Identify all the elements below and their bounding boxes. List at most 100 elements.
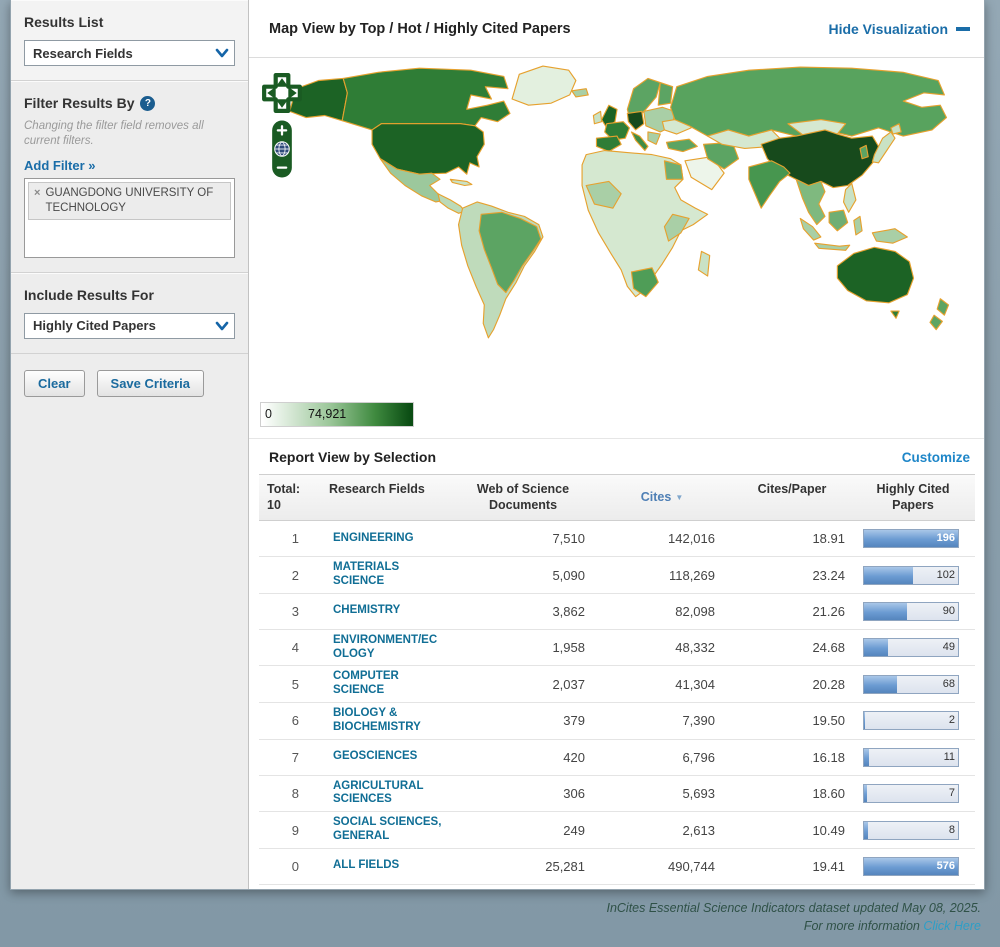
country-new-zealand-south — [930, 315, 942, 329]
row-documents: 25,281 — [449, 855, 597, 878]
row-bar-value: 7 — [949, 787, 955, 799]
row-field-link[interactable]: AGRICULTURAL SCIENCES — [313, 780, 445, 808]
sort-desc-icon: ▼ — [675, 493, 683, 503]
country-madagascar — [698, 251, 709, 276]
row-field-link[interactable]: ENGINEERING — [313, 532, 445, 546]
customize-link[interactable]: Customize — [902, 450, 970, 465]
page-footer: InCites Essential Science Indicators dat… — [10, 899, 981, 935]
country-egypt — [664, 161, 683, 180]
table-row: 8 AGRICULTURAL SCIENCES 306 5,693 18.60 … — [259, 776, 975, 813]
row-rank: 0 — [259, 855, 309, 878]
row-cites-per-paper: 16.18 — [727, 746, 857, 769]
row-cites-per-paper: 24.68 — [727, 636, 857, 659]
legend-max-value: 74,921 — [308, 407, 346, 421]
row-field-link[interactable]: SOCIAL SCIENCES, GENERAL — [313, 816, 445, 844]
row-cites: 5,693 — [597, 782, 727, 805]
row-documents: 379 — [449, 709, 597, 732]
row-bar-value: 2 — [949, 714, 955, 726]
map-zoom-control[interactable] — [271, 120, 293, 178]
country-finland — [658, 83, 672, 106]
region-balkans — [648, 132, 660, 144]
include-results-select[interactable]: Highly Cited Papers — [24, 313, 235, 339]
row-field-link[interactable]: COMPUTER SCIENCE — [313, 670, 445, 698]
row-rank: 7 — [259, 746, 309, 769]
row-bar-value: 102 — [937, 569, 955, 581]
row-rank: 5 — [259, 673, 309, 696]
country-italy — [631, 132, 647, 151]
report-table-header: Total: 10 Research Fields Web of Science… — [259, 474, 975, 521]
map-pan-control[interactable] — [261, 72, 303, 114]
row-field-link[interactable]: ALL FIELDS — [313, 859, 445, 873]
report-table-body: 1 ENGINEERING 7,510 142,016 18.91 196 2 … — [259, 521, 975, 885]
row-cites: 118,269 — [597, 564, 727, 587]
content-panel: Results List Research Fields Filter Resu… — [10, 0, 985, 890]
report-view-title: Report View by Selection — [269, 449, 436, 465]
row-documents: 1,958 — [449, 636, 597, 659]
country-new-zealand-north — [937, 299, 948, 315]
row-field-link[interactable]: GEOSCIENCES — [313, 750, 445, 764]
country-germany — [627, 111, 643, 130]
map-visualization[interactable]: 0 74,921 — [249, 58, 984, 439]
row-field-link[interactable]: ENVIRONMENT/ECOLOGY — [313, 634, 445, 662]
row-cites-per-paper: 19.50 — [727, 709, 857, 732]
map-view-title: Map View by Top / Hot / Highly Cited Pap… — [269, 21, 571, 37]
table-row: 9 SOCIAL SCIENCES, GENERAL 249 2,613 10.… — [259, 812, 975, 849]
globe-icon — [274, 141, 290, 157]
active-filters-box: × GUANGDONG UNIVERSITY OF TECHNOLOGY — [24, 178, 235, 258]
results-list-select[interactable]: Research Fields — [24, 40, 235, 66]
add-filter-link[interactable]: Add Filter » — [24, 158, 96, 173]
row-cites: 82,098 — [597, 600, 727, 623]
column-header-cites[interactable]: Cites ▼ — [597, 475, 727, 520]
country-ireland — [593, 111, 601, 123]
island-new-guinea — [872, 229, 907, 243]
island-borneo — [829, 210, 848, 231]
row-bar: 11 — [863, 748, 959, 767]
row-documents: 5,090 — [449, 564, 597, 587]
chevron-down-icon — [215, 321, 229, 331]
clear-button[interactable]: Clear — [24, 370, 85, 397]
save-criteria-button[interactable]: Save Criteria — [97, 370, 205, 397]
results-list-section: Results List Research Fields — [11, 0, 248, 81]
row-cites: 490,744 — [597, 855, 727, 878]
row-bar-fill — [864, 749, 869, 766]
row-bar: 68 — [863, 675, 959, 694]
row-documents: 249 — [449, 819, 597, 842]
island-sulawesi — [854, 216, 862, 235]
column-header-cites-per-paper[interactable]: Cites/Paper — [727, 475, 857, 520]
row-field-link[interactable]: MATERIALS SCIENCE — [313, 561, 445, 589]
total-label: Total: — [267, 482, 305, 498]
column-header-highly-cited[interactable]: Highly Cited Papers — [857, 475, 969, 520]
row-rank: 2 — [259, 564, 309, 587]
row-cites-per-paper: 23.24 — [727, 564, 857, 587]
row-bar-fill — [864, 639, 888, 656]
world-map[interactable] — [265, 64, 965, 342]
include-results-section: Include Results For Highly Cited Papers — [11, 273, 248, 354]
filter-title: Filter Results By — [24, 95, 134, 111]
column-header-research-fields[interactable]: Research Fields — [309, 475, 449, 520]
row-field-link[interactable]: CHEMISTRY — [313, 604, 445, 618]
remove-filter-icon[interactable]: × — [34, 186, 40, 216]
map-header: Map View by Top / Hot / Highly Cited Pap… — [249, 0, 984, 58]
country-greenland — [512, 66, 576, 105]
report-header: Report View by Selection Customize — [249, 439, 984, 474]
click-here-link[interactable]: Click Here — [923, 919, 981, 933]
sidebar: Results List Research Fields Filter Resu… — [11, 0, 249, 889]
hide-visualization-link[interactable]: Hide Visualization — [828, 21, 970, 37]
row-bar: 7 — [863, 784, 959, 803]
row-documents: 7,510 — [449, 527, 597, 550]
country-australia — [837, 247, 913, 303]
row-field-link[interactable]: BIOLOGY & BIOCHEMISTRY — [313, 707, 445, 735]
row-documents: 420 — [449, 746, 597, 769]
column-header-documents[interactable]: Web of Science Documents — [449, 475, 597, 520]
row-cites: 6,796 — [597, 746, 727, 769]
row-bar-fill — [864, 785, 867, 802]
row-rank: 4 — [259, 636, 309, 659]
table-row: 0 ALL FIELDS 25,281 490,744 19.41 576 — [259, 849, 975, 885]
row-bar-value: 576 — [937, 860, 955, 872]
table-row: 2 MATERIALS SCIENCE 5,090 118,269 23.24 … — [259, 557, 975, 594]
country-canada — [342, 68, 510, 130]
table-row: 4 ENVIRONMENT/ECOLOGY 1,958 48,332 24.68… — [259, 630, 975, 667]
more-info-text: For more information Click Here — [10, 917, 981, 935]
collapse-icon — [956, 27, 970, 31]
help-icon[interactable]: ? — [140, 96, 155, 111]
